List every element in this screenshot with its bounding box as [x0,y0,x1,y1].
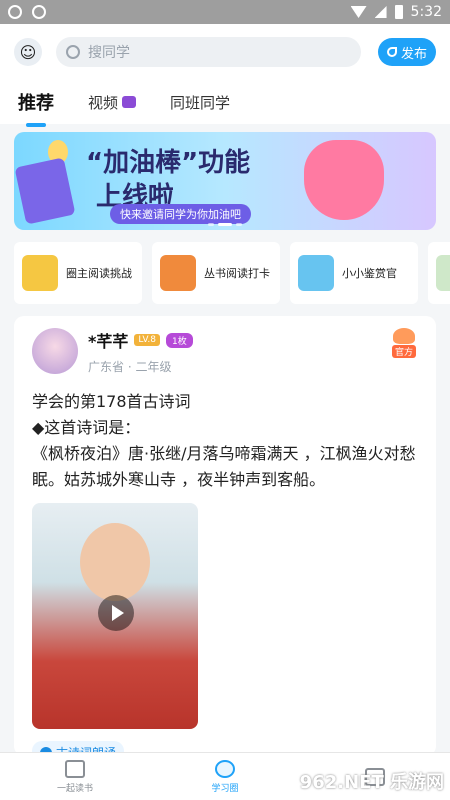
post-username[interactable]: *芊芊 [88,328,128,352]
circle-refresh-icon [215,759,235,778]
more-shortcut-icon [436,255,450,291]
play-icon[interactable] [98,595,134,631]
post-location: 广东省 · 二年级 [88,360,172,374]
medal-badge: 1枚 [165,332,193,348]
signal-icon [374,6,387,18]
sync-icon-2 [32,5,46,19]
tab-video[interactable]: 视频 [88,92,137,113]
tab-bar: 推荐 视频 同班同学 [0,80,450,127]
post-card[interactable]: *芊芊 LV.8 1枚 广东省 · 二年级 官方 学会的第178首古诗词 ◆这首… [14,316,436,764]
shortcut-series-checkin[interactable]: 丛书阅读打卡 [152,242,280,304]
cat-mascot-icon [393,328,415,344]
battery-icon [394,5,403,19]
video-icon [122,96,137,108]
tab-recommend[interactable]: 推荐 [18,89,54,127]
wifi-icon [350,6,367,18]
critic-icon [298,255,334,291]
shortcut-reading-challenge[interactable]: 圈主阅读挑战 [14,242,142,304]
tab-classmates[interactable]: 同班同学 [170,92,230,113]
status-time: 5:32 [410,4,442,20]
shortcut-more[interactable] [428,242,450,304]
promo-banner[interactable]: “加油棒”功能 上线啦 快来邀请同学为你加油吧 [14,132,436,230]
banner-title: “加油棒”功能 [86,148,251,178]
search-icon [66,45,80,59]
nav-read-together[interactable]: 一起读书 [0,753,150,800]
video-thumbnail [80,523,150,601]
site-watermark: 962.NET 乐游网 [299,772,444,793]
status-bar: 5:32 [0,0,450,24]
book-illustration [14,157,76,225]
sync-icon [8,5,22,19]
level-badge: LV.8 [134,334,160,346]
post-video[interactable] [32,503,198,729]
shortcut-little-critic[interactable]: 小小鉴赏官 [290,242,418,304]
nav-study-circle[interactable]: 学习圈 [150,753,300,800]
official-badge: 官方 [390,328,418,358]
search-input[interactable]: 搜同学 [56,37,361,67]
shortcut-row: 圈主阅读挑战 丛书阅读打卡 小小鉴赏官 [14,242,450,304]
feather-icon [386,47,397,57]
post-text: 学会的第178首古诗词 ◆这首诗词是： 《枫桥夜泊》唐·张继/月落乌啼霜满天 ，… [32,392,416,489]
reading-challenge-icon [22,255,58,291]
book-icon [65,759,85,778]
carousel-indicator [208,223,242,226]
post-avatar[interactable] [32,328,78,374]
publish-label: 发布 [400,46,427,62]
calendar-icon [160,255,196,291]
publish-button[interactable]: 发布 [378,38,436,66]
banner-subtitle: 快来邀请同学为你加油吧 [110,204,251,224]
user-avatar[interactable]: ☺ [14,38,42,66]
header: ☺ 搜同学 发布 [0,24,450,80]
search-placeholder: 搜同学 [88,45,130,61]
heart-mascot-illustration [304,140,384,220]
